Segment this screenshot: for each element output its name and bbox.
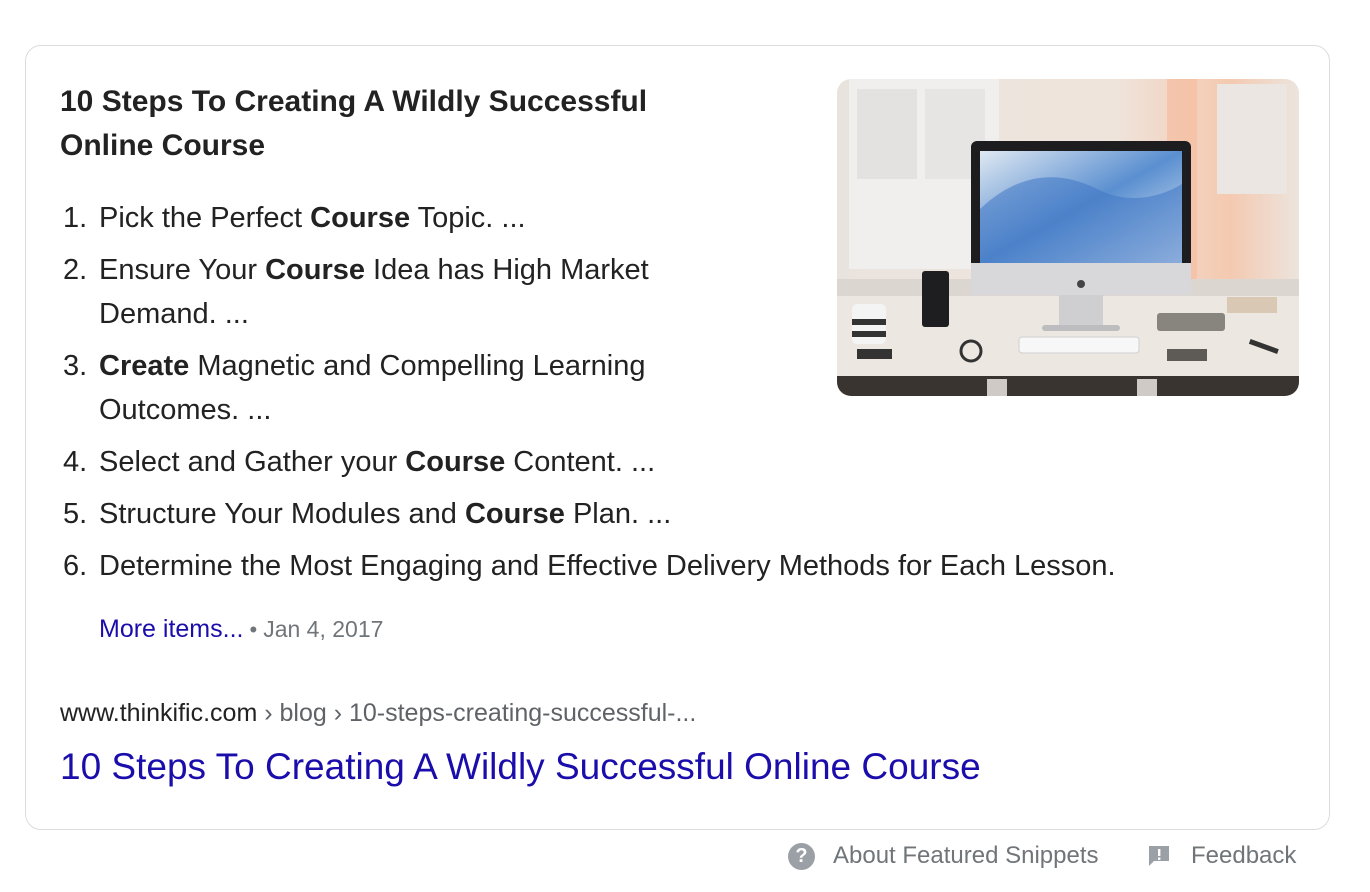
list-number: 4.	[63, 446, 88, 478]
step-text: Topic. ...	[410, 202, 526, 234]
list-item: 4. Select and Gather your Course Content…	[60, 440, 1280, 484]
feedback-icon	[1147, 844, 1171, 868]
more-items-row: More items... • Jan 4, 2017	[99, 612, 383, 647]
step-bold: Course	[265, 254, 365, 286]
crumb-item: 10-steps-creating-successful-...	[348, 699, 697, 727]
result-breadcrumb: www.thinkific.com › blog › 10-steps-crea…	[60, 696, 696, 730]
crumb-separator: ›	[326, 699, 349, 727]
featured-snippet-card: 10 Steps To Creating A Wildly Successful…	[25, 45, 1330, 830]
step-text: Pick the Perfect	[99, 202, 311, 234]
result-title-link[interactable]: 10 Steps To Creating A Wildly Successful…	[60, 743, 981, 791]
crumb-separator: ›	[257, 699, 280, 727]
crumb-item: blog	[279, 699, 327, 727]
step-text: Plan. ...	[564, 498, 672, 530]
list-item: 3. Create Magnetic and Compelling Learni…	[60, 344, 1280, 432]
step-text: Ensure Your	[99, 254, 266, 286]
feedback-link[interactable]: Feedback	[1147, 838, 1296, 874]
step-bold: Create	[99, 350, 190, 382]
step-text: Select and Gather your	[99, 446, 406, 478]
about-label: About Featured Snippets	[833, 842, 1099, 869]
step-text: Structure Your Modules and	[99, 498, 465, 530]
steps-list: 1. Pick the Perfect Course Topic. ... 2.…	[60, 196, 1280, 596]
list-number: 5.	[63, 498, 88, 530]
snippet-heading: 10 Steps To Creating A Wildly Successful…	[60, 85, 648, 162]
snippet-date: Jan 4, 2017	[263, 616, 384, 642]
step-text: Determine the Most Engaging and Effectiv…	[99, 550, 1116, 582]
list-item: 1. Pick the Perfect Course Topic. ...	[60, 196, 1280, 240]
list-item: 5. Structure Your Modules and Course Pla…	[60, 492, 1280, 536]
step-bold: Course	[310, 202, 411, 234]
more-items-link[interactable]: More items...	[99, 615, 243, 643]
list-number: 3.	[63, 350, 88, 382]
list-number: 1.	[63, 202, 88, 234]
question-icon: ?	[788, 842, 815, 870]
step-text: Content. ...	[505, 446, 656, 478]
about-featured-snippets-link[interactable]: ? About Featured Snippets	[788, 838, 1099, 874]
list-item: 6. Determine the Most Engaging and Effec…	[60, 544, 1280, 588]
step-bold: Course	[405, 446, 506, 478]
list-item: 2. Ensure Your Course Idea has High Mark…	[60, 248, 1280, 336]
result-domain: www.thinkific.com	[60, 699, 258, 727]
separator-dot: •	[249, 617, 258, 642]
list-number: 2.	[63, 254, 88, 286]
list-number: 6.	[63, 550, 88, 582]
feedback-label: Feedback	[1191, 842, 1297, 869]
step-bold: Course	[464, 498, 565, 530]
